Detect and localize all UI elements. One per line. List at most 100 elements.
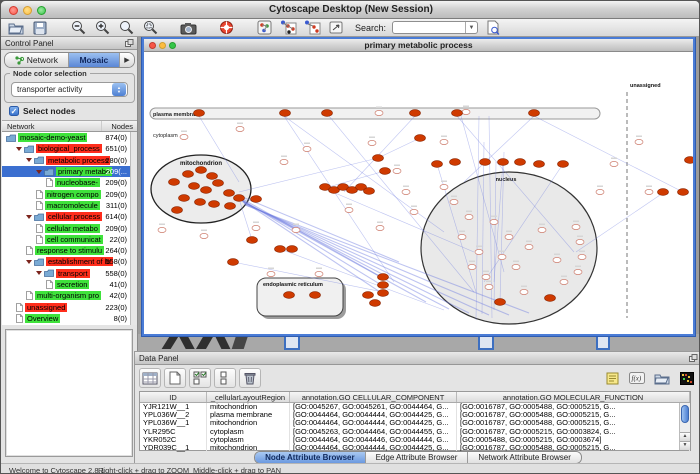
orange-node[interactable] bbox=[196, 167, 207, 174]
orange-node[interactable] bbox=[280, 110, 291, 117]
orange-node[interactable] bbox=[169, 179, 180, 186]
new-attribute-icon[interactable] bbox=[164, 368, 186, 388]
column-header[interactable]: annotation.GO CELLULAR_COMPONENT bbox=[290, 392, 457, 402]
tab-network-attribute-browser[interactable]: Network Attribute Browser bbox=[468, 452, 580, 463]
column-header[interactable]: _cellularLayoutRegion bbox=[207, 392, 290, 402]
small-node[interactable] bbox=[485, 284, 493, 289]
small-node[interactable] bbox=[458, 234, 466, 239]
orange-node[interactable] bbox=[495, 299, 506, 306]
small-node[interactable] bbox=[468, 264, 476, 269]
notes-icon[interactable] bbox=[601, 368, 623, 388]
function-builder-icon[interactable]: f(x) bbox=[626, 368, 648, 388]
tree-row-label[interactable]: biological_process bbox=[36, 144, 102, 153]
tree-row-label[interactable]: unassigned bbox=[25, 303, 67, 312]
float-data-panel-icon[interactable] bbox=[689, 354, 698, 362]
orange-node[interactable] bbox=[415, 135, 426, 142]
float-panel-icon[interactable] bbox=[125, 39, 134, 47]
orange-node[interactable] bbox=[450, 159, 461, 166]
orange-node[interactable] bbox=[247, 237, 258, 244]
orange-node[interactable] bbox=[378, 274, 389, 281]
attribute-table-icon[interactable] bbox=[139, 368, 161, 388]
orange-node[interactable] bbox=[234, 195, 245, 202]
tree-row-label[interactable]: transport bbox=[56, 269, 90, 278]
snapshot-camera-icon[interactable] bbox=[179, 20, 197, 35]
orange-node[interactable] bbox=[363, 292, 374, 299]
small-node[interactable] bbox=[512, 264, 520, 269]
delete-attribute-icon[interactable] bbox=[239, 368, 261, 388]
tree-row[interactable]: primary metabo209(... bbox=[2, 166, 130, 177]
tree-row-label[interactable]: cellular metabo bbox=[45, 224, 100, 233]
save-icon[interactable] bbox=[31, 20, 49, 35]
tree-row[interactable]: cell communicat22(0) bbox=[2, 234, 130, 245]
expander-triangle-icon[interactable] bbox=[36, 170, 42, 174]
expander-triangle-icon[interactable] bbox=[36, 271, 42, 275]
small-node[interactable] bbox=[252, 225, 260, 230]
help-lifering-icon[interactable] bbox=[217, 20, 235, 35]
small-node[interactable] bbox=[402, 189, 410, 194]
small-node[interactable] bbox=[572, 224, 580, 229]
orange-node[interactable] bbox=[224, 190, 235, 197]
orange-node[interactable] bbox=[194, 110, 205, 117]
select-nodes-checkbox[interactable]: ✓ bbox=[9, 106, 19, 116]
tab-node-attribute-browser[interactable]: Node Attribute Browser bbox=[255, 452, 366, 463]
small-node[interactable] bbox=[345, 207, 353, 212]
orange-node[interactable] bbox=[189, 183, 200, 190]
small-node[interactable] bbox=[574, 269, 582, 274]
orange-node[interactable] bbox=[378, 290, 389, 297]
unselect-attributes-icon[interactable] bbox=[214, 368, 236, 388]
tree-row[interactable]: cellular process614(0) bbox=[2, 211, 130, 222]
tree-row-label[interactable]: response to stimulu bbox=[35, 246, 104, 255]
manual-layout-icon[interactable] bbox=[327, 20, 345, 35]
orange-node[interactable] bbox=[364, 188, 375, 195]
orange-node[interactable] bbox=[498, 159, 509, 166]
orange-node[interactable] bbox=[432, 161, 443, 168]
orange-node[interactable] bbox=[373, 155, 384, 162]
orange-node[interactable] bbox=[534, 161, 545, 168]
zoom-fit-icon[interactable] bbox=[117, 20, 135, 35]
enhanced-search-icon[interactable] bbox=[484, 20, 502, 35]
table-row[interactable]: YKR052Ccytoplasm[GO:0044464, GO:0044446,… bbox=[140, 436, 690, 444]
table-row[interactable]: YPL036W__2plasma membrane[GO:0044464, GO… bbox=[140, 411, 690, 419]
scroll-down-icon[interactable]: ▼ bbox=[680, 441, 690, 450]
tree-row[interactable]: response to stimulu264(0) bbox=[2, 245, 130, 256]
table-row[interactable]: YLR295Ccytoplasm[GO:0045263, GO:0044464,… bbox=[140, 428, 690, 436]
orange-node[interactable] bbox=[529, 110, 540, 117]
orange-node[interactable] bbox=[410, 110, 421, 117]
tree-row[interactable]: mosaic-demo-yeast874(0) bbox=[2, 132, 130, 143]
orange-node[interactable] bbox=[284, 292, 295, 299]
zoom-in-icon[interactable] bbox=[93, 20, 111, 35]
tree-row[interactable]: multi-organism pro42(0) bbox=[2, 290, 130, 301]
small-node[interactable] bbox=[498, 254, 506, 259]
small-node[interactable] bbox=[462, 109, 470, 114]
tree-row[interactable]: biological_process651(0) bbox=[2, 143, 130, 154]
small-node[interactable] bbox=[578, 254, 586, 259]
tree-scrollbar[interactable] bbox=[130, 132, 137, 325]
small-node[interactable] bbox=[368, 140, 376, 145]
small-node[interactable] bbox=[440, 139, 448, 144]
search-dropdown-arrow-icon[interactable]: ▼ bbox=[465, 22, 477, 33]
small-node[interactable] bbox=[465, 214, 473, 219]
tree-row-label[interactable]: macromolecule bbox=[45, 201, 100, 210]
tree-row[interactable]: unassigned223(0) bbox=[2, 301, 130, 312]
small-node[interactable] bbox=[158, 227, 166, 232]
expander-triangle-icon[interactable] bbox=[26, 158, 32, 162]
orange-node[interactable] bbox=[310, 292, 321, 299]
tab-overflow-arrow-icon[interactable]: ▶ bbox=[120, 53, 134, 67]
orange-node[interactable] bbox=[213, 180, 224, 187]
tree-row-label[interactable]: mosaic-demo-yeast bbox=[18, 133, 87, 142]
table-row[interactable]: YPL036W__1mitochondrion[GO:0044464, GO:0… bbox=[140, 419, 690, 427]
expander-triangle-icon[interactable] bbox=[26, 215, 32, 219]
tree-row[interactable]: transport558(0) bbox=[2, 268, 130, 279]
table-scrollbar-thumb[interactable] bbox=[681, 405, 689, 423]
birds-eye-view[interactable] bbox=[5, 329, 133, 457]
orange-node[interactable] bbox=[275, 246, 286, 253]
expander-triangle-icon[interactable] bbox=[26, 260, 32, 264]
small-node[interactable] bbox=[520, 289, 528, 294]
orange-node[interactable] bbox=[515, 159, 526, 166]
small-node[interactable] bbox=[200, 233, 208, 238]
tree-row-label[interactable]: Overview bbox=[25, 314, 60, 323]
orange-node[interactable] bbox=[195, 199, 206, 206]
zoom-selected-icon[interactable] bbox=[141, 20, 159, 35]
open-folder-icon[interactable] bbox=[7, 20, 25, 35]
column-header[interactable]: ID bbox=[140, 392, 207, 402]
